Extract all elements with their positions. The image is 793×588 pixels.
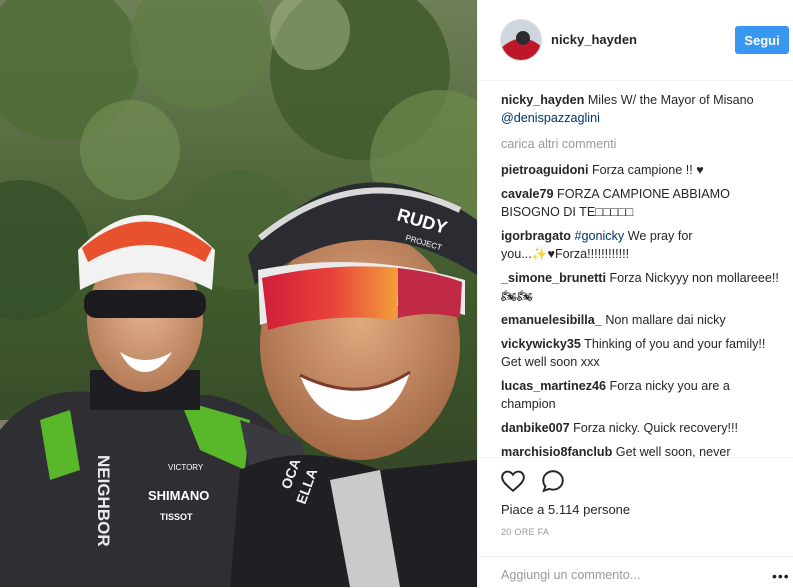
post-photo[interactable]: SHIMANO TISSOT VICTORY NEIGHBOR RUDY PRO… <box>0 0 477 587</box>
comment-item: igorbragato #gonicky We pray for you...✨… <box>501 227 781 263</box>
comment-item: _simone_brunetti Forza Nickyyy non molla… <box>501 269 781 305</box>
comment-username[interactable]: _simone_brunetti <box>501 271 606 285</box>
comment-username[interactable]: cavale79 <box>501 187 554 201</box>
instagram-post: SHIMANO TISSOT VICTORY NEIGHBOR RUDY PRO… <box>0 0 793 587</box>
avatar[interactable] <box>500 19 542 61</box>
comment-item: lucas_martinez46 Forza nicky you are a c… <box>501 377 781 413</box>
comment-text: Non mallare dai nicky <box>605 313 726 327</box>
caption-username[interactable]: nicky_hayden <box>501 93 584 107</box>
post-caption: nicky_hayden Miles W/ the Mayor of Misan… <box>501 91 781 127</box>
comment-username[interactable]: danbike007 <box>501 421 570 435</box>
comment-text: Forza nicky. Quick recovery!!! <box>573 421 739 435</box>
comment-text: Get well soon, never <box>615 445 731 457</box>
comments-list[interactable]: nicky_hayden Miles W/ the Mayor of Misan… <box>501 91 781 457</box>
heart-icon[interactable] <box>500 468 526 494</box>
comment-username[interactable]: lucas_martinez46 <box>501 379 606 393</box>
comment-username[interactable]: emanuelesibilla_ <box>501 313 602 327</box>
comment-item: pietroaguidoni Forza campione !! ♥ <box>501 161 781 179</box>
comment-username[interactable]: vickywicky35 <box>501 337 581 351</box>
likes-count[interactable]: Piace a 5.114 persone <box>501 502 630 517</box>
post-header: nicky_hayden Segui <box>478 0 793 81</box>
post-timestamp: 20 ORE FA <box>501 527 550 537</box>
action-bar <box>478 457 793 493</box>
comment-item: emanuelesibilla_ Non mallare dai nicky <box>501 311 781 329</box>
comment-item: danbike007 Forza nicky. Quick recovery!!… <box>501 419 781 437</box>
jersey-text-tissot: TISSOT <box>160 512 193 522</box>
comment-hashtag[interactable]: #gonicky <box>574 229 624 243</box>
comment-username[interactable]: pietroaguidoni <box>501 163 588 177</box>
load-more-comments-link[interactable]: carica altri commenti <box>501 135 781 153</box>
caption-mention[interactable]: @denispazzaglini <box>501 111 600 125</box>
jersey-text-victory: VICTORY <box>168 463 204 472</box>
add-comment-bar: Aggiungi un commento... ••• <box>478 556 793 588</box>
post-side-panel: nicky_hayden Segui nicky_hayden Miles W/… <box>477 0 793 587</box>
add-comment-input[interactable]: Aggiungi un commento... <box>501 568 640 582</box>
comment-text: Forza campione !! ♥ <box>591 163 704 177</box>
comment-item: vickywicky35 Thinking of you and your fa… <box>501 335 781 371</box>
comment-icon[interactable] <box>540 468 566 494</box>
follow-button[interactable]: Segui <box>735 26 789 54</box>
caption-text: Miles W/ the Mayor of Misano <box>587 93 754 107</box>
jersey-text-shimano: SHIMANO <box>148 488 209 503</box>
avatar-image <box>501 20 541 60</box>
sleeve-text: NEIGHBOR <box>94 455 113 547</box>
more-options-icon[interactable]: ••• <box>772 568 790 584</box>
comment-item: marchisio8fanclub Get well soon, never <box>501 443 781 457</box>
post-username[interactable]: nicky_hayden <box>551 32 637 47</box>
comment-username[interactable]: igorbragato <box>501 229 571 243</box>
selfie-illustration: SHIMANO TISSOT VICTORY NEIGHBOR RUDY PRO… <box>0 0 477 587</box>
comment-item: cavale79 FORZA CAMPIONE ABBIAMO BISOGNO … <box>501 185 781 221</box>
comment-username[interactable]: marchisio8fanclub <box>501 445 612 457</box>
